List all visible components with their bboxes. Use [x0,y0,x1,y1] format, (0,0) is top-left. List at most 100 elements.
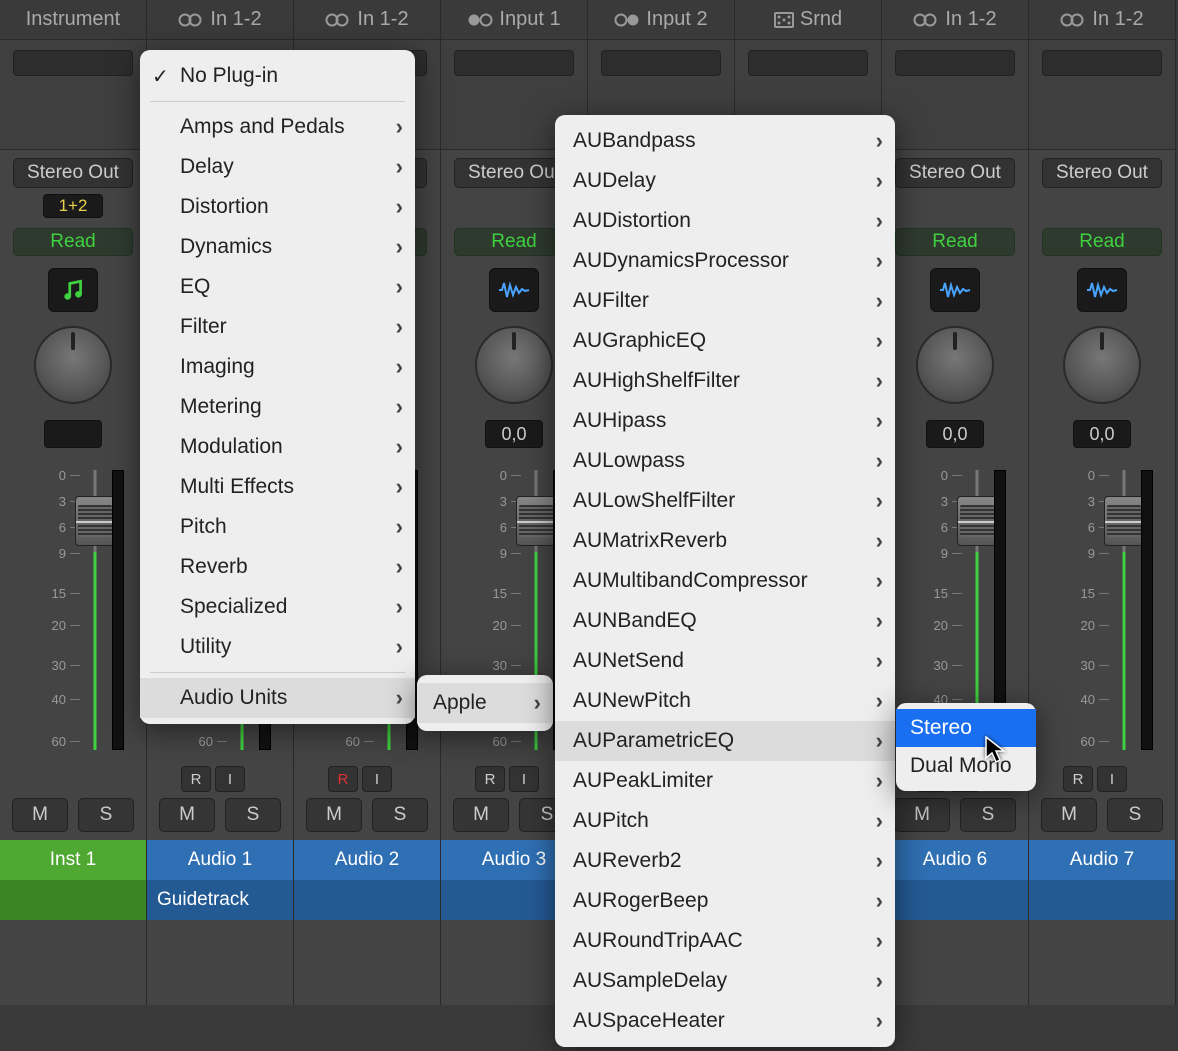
output-selector[interactable]: Stereo Out [895,158,1015,188]
menu-item[interactable]: AUGraphicEQ› [555,321,895,361]
menu-item-no-plugin[interactable]: No Plug-in [140,56,415,96]
track-group-label[interactable]: Guidetrack [147,880,293,920]
track-name[interactable]: Inst 1 [0,840,146,880]
menu-item[interactable]: AULowShelfFilter› [555,481,895,521]
solo-button[interactable]: S [225,798,281,832]
channel-input-selector[interactable]: Srnd [735,0,881,40]
menu-item[interactable]: Filter› [140,307,415,347]
pan-value[interactable]: 0,0 [485,420,543,448]
automation-mode-button[interactable]: Read [13,228,133,256]
menu-item-audio-units[interactable]: Audio Units› [140,678,415,718]
track-group-label[interactable] [0,880,146,920]
menu-item-stereo[interactable]: Stereo [896,709,1036,747]
insert-slot[interactable] [13,50,133,76]
channel-mode-menu[interactable]: Stereo Dual Mono [896,703,1036,791]
record-enable-button[interactable]: R [475,766,505,792]
fader[interactable] [84,460,106,760]
channel-input-selector[interactable]: In 1-2 [147,0,293,40]
channel-input-selector[interactable]: Instrument [0,0,146,40]
menu-item[interactable]: Dynamics› [140,227,415,267]
menu-item[interactable]: Reverb› [140,547,415,587]
insert-slot[interactable] [1042,50,1162,76]
automation-mode-button[interactable]: Read [895,228,1015,256]
menu-item[interactable]: Multi Effects› [140,467,415,507]
automation-mode-button[interactable]: Read [1042,228,1162,256]
menu-item[interactable]: AULowpass› [555,441,895,481]
insert-slot[interactable] [895,50,1015,76]
menu-item[interactable]: AUSpaceHeater› [555,1001,895,1041]
input-monitor-button[interactable]: I [362,766,392,792]
menu-item[interactable]: AURogerBeep› [555,881,895,921]
input-monitor-button[interactable]: I [215,766,245,792]
fader-cap[interactable] [75,496,115,546]
track-name[interactable]: Audio 2 [294,840,440,880]
pan-knob[interactable] [34,326,112,404]
menu-item[interactable]: AUReverb2› [555,841,895,881]
menu-item[interactable]: AUNetSend› [555,641,895,681]
record-enable-button[interactable]: R [1063,766,1093,792]
menu-item[interactable]: AUHighShelfFilter› [555,361,895,401]
record-enable-button[interactable]: R [328,766,358,792]
menu-item[interactable]: AUDelay› [555,161,895,201]
pan-knob[interactable] [1063,326,1141,404]
mute-button[interactable]: M [159,798,215,832]
record-enable-button[interactable]: R [181,766,211,792]
menu-item[interactable]: AUHipass› [555,401,895,441]
track-group-label[interactable] [294,880,440,920]
output-selector[interactable]: Stereo Out [13,158,133,188]
menu-item[interactable]: Delay› [140,147,415,187]
insert-slot[interactable] [748,50,868,76]
channel-input-selector[interactable]: In 1-2 [882,0,1028,40]
pan-knob[interactable] [916,326,994,404]
channel-input-selector[interactable]: In 1-2 [294,0,440,40]
menu-item[interactable]: Distortion› [140,187,415,227]
menu-item[interactable]: Imaging› [140,347,415,387]
menu-item[interactable]: AUMatrixReverb› [555,521,895,561]
insert-slot[interactable] [454,50,574,76]
menu-item[interactable]: AUSampleDelay› [555,961,895,1001]
menu-item[interactable]: AUFilter› [555,281,895,321]
manufacturer-menu[interactable]: Apple› [417,675,553,731]
mute-button[interactable]: M [1041,798,1097,832]
menu-item[interactable]: AUPeakLimiter› [555,761,895,801]
menu-item[interactable]: AUMultibandCompressor› [555,561,895,601]
track-name[interactable]: Audio 1 [147,840,293,880]
track-name[interactable]: Audio 6 [882,840,1028,880]
fader-cap[interactable] [516,496,556,546]
track-type-icon[interactable] [1077,268,1127,312]
menu-item[interactable]: Specialized› [140,587,415,627]
input-monitor-button[interactable]: I [1097,766,1127,792]
track-name[interactable]: Audio 7 [1029,840,1175,880]
insert-slot[interactable] [601,50,721,76]
menu-item[interactable]: Utility› [140,627,415,667]
send-badge[interactable]: 1+2 [43,194,103,218]
pan-value[interactable] [44,420,102,448]
menu-item[interactable]: Amps and Pedals› [140,107,415,147]
au-plugin-menu[interactable]: AUBandpass›AUDelay›AUDistortion›AUDynami… [555,115,895,1047]
output-selector[interactable]: Stereo Out [1042,158,1162,188]
track-type-icon[interactable] [48,268,98,312]
pan-value[interactable]: 0,0 [1073,420,1131,448]
channel-input-selector[interactable]: Input 2 [588,0,734,40]
menu-item[interactable]: AUPitch› [555,801,895,841]
pan-knob[interactable] [475,326,553,404]
menu-item[interactable]: AUNewPitch› [555,681,895,721]
menu-item[interactable]: AUParametricEQ› [555,721,895,761]
menu-item[interactable]: AUDistortion› [555,201,895,241]
solo-button[interactable]: S [78,798,134,832]
fader-cap[interactable] [957,496,997,546]
input-monitor-button[interactable]: I [509,766,539,792]
pan-value[interactable]: 0,0 [926,420,984,448]
solo-button[interactable]: S [1107,798,1163,832]
mute-button[interactable]: M [453,798,509,832]
track-type-icon[interactable] [930,268,980,312]
track-group-label[interactable] [1029,880,1175,920]
menu-item[interactable]: Metering› [140,387,415,427]
channel-input-selector[interactable]: In 1-2 [1029,0,1175,40]
menu-item[interactable]: AUDynamicsProcessor› [555,241,895,281]
menu-item[interactable]: AUBandpass› [555,121,895,161]
fader[interactable] [1113,460,1135,760]
menu-item-apple[interactable]: Apple› [417,683,553,723]
menu-item[interactable]: Pitch› [140,507,415,547]
track-group-label[interactable] [882,880,1028,920]
